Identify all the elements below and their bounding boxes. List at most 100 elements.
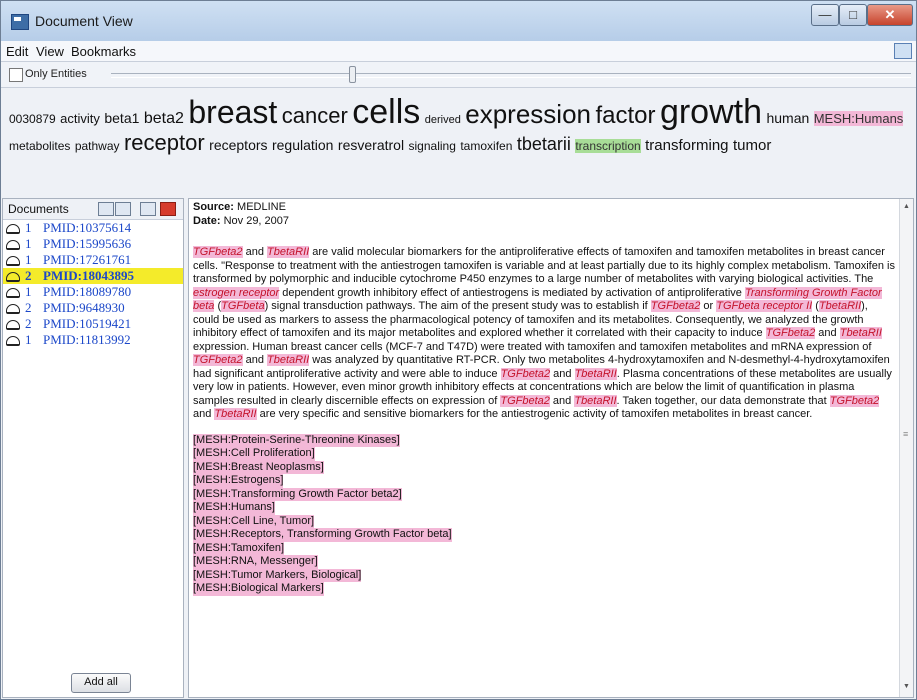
entity-highlight[interactable]: TGFbeta2	[765, 327, 816, 339]
cloud-term[interactable]: breast	[188, 94, 277, 130]
maximize-button[interactable]: □	[839, 4, 867, 26]
scroll-grip-icon[interactable]: ≡	[903, 429, 908, 439]
mesh-term[interactable]: [MESH:Humans]	[193, 501, 275, 515]
entity-highlight[interactable]: TGFbeta receptor II	[716, 300, 813, 312]
cloud-term[interactable]: human	[766, 110, 809, 126]
cloud-term[interactable]: transforming	[645, 137, 728, 154]
document-id: PMID:18089780	[43, 284, 132, 299]
document-row[interactable]: 1 PMID:11813992	[3, 332, 183, 348]
minimize-button[interactable]: —	[811, 4, 839, 26]
cloud-term[interactable]: factor	[595, 102, 655, 129]
mesh-term[interactable]: [MESH:Tumor Markers, Biological]	[193, 568, 362, 582]
cloud-term[interactable]: receptors	[209, 137, 267, 153]
entity-highlight[interactable]: TbetaRII	[574, 394, 617, 407]
cloud-term[interactable]: tumor	[733, 137, 771, 154]
document-row[interactable]: 1 PMID:10375614	[3, 220, 183, 236]
entity-highlight[interactable]: TGFbeta2	[500, 367, 551, 380]
cloud-term[interactable]: signaling	[409, 139, 456, 153]
only-entities-checkbox[interactable]	[9, 68, 23, 82]
mesh-term[interactable]: [MESH:RNA, Messenger]	[193, 555, 318, 569]
entity-highlight[interactable]: TbetaRII	[214, 408, 257, 420]
document-row[interactable]: 2 PMID:9648930	[3, 300, 183, 316]
documents-header: Documents	[3, 199, 183, 220]
eye-icon[interactable]	[115, 202, 131, 216]
mesh-term[interactable]: [MESH:Protein-Serine-Threonine Kinases]	[193, 433, 400, 447]
cloud-term[interactable]: derived	[425, 114, 461, 126]
add-all-button[interactable]: Add all	[71, 673, 131, 693]
entity-highlight[interactable]: TGFbeta2	[650, 300, 701, 312]
cloud-term[interactable]: resveratrol	[338, 137, 404, 153]
cloud-term[interactable]: cells	[352, 93, 420, 131]
menu-bookmarks[interactable]: Bookmarks	[71, 44, 136, 59]
cloud-term[interactable]: beta1	[104, 110, 139, 126]
abstract-text-segment: . Taken together, our data demonstrate t…	[616, 394, 830, 407]
entity-highlight[interactable]: TbetaRII	[818, 300, 862, 312]
document-view-window: Document View — □ ✕ Edit View Bookmarks …	[0, 0, 917, 700]
menu-edit[interactable]: Edit	[6, 44, 28, 59]
document-count: 1	[25, 332, 32, 347]
mesh-term[interactable]: [MESH:Receptors, Transforming Growth Fac…	[193, 528, 452, 542]
cloud-icon	[6, 320, 20, 330]
cloud-term[interactable]: tbetarii	[517, 134, 571, 154]
detail-scrollbar[interactable]: ▲ ≡ ▼	[899, 199, 913, 697]
threshold-slider-track[interactable]	[111, 73, 911, 78]
abstract-text-segment: expression. Human breast cancer cells (M…	[193, 340, 872, 353]
cloud-term[interactable]: pathway	[75, 139, 120, 153]
document-row[interactable]: 1 PMID:18089780	[3, 284, 183, 300]
mesh-term-line: [MESH:Protein-Serine-Threonine Kinases]	[193, 433, 895, 447]
cloud-term[interactable]: metabolites	[9, 139, 70, 153]
menu-bar: Edit View Bookmarks	[1, 41, 916, 62]
toolbar-corner-icon[interactable]	[894, 43, 912, 59]
scroll-down-arrow-icon[interactable]: ▼	[903, 683, 910, 690]
entity-highlight[interactable]: TGFbeta	[221, 300, 265, 312]
remove-icon[interactable]	[160, 202, 176, 216]
mesh-term[interactable]: [MESH:Breast Neoplasms]	[193, 460, 324, 474]
document-id: PMID:18043895	[43, 268, 134, 283]
cloud-term[interactable]: 0030879	[9, 112, 56, 126]
document-count: 1	[25, 284, 32, 299]
cloud-term[interactable]: receptor	[124, 130, 205, 155]
entity-highlight[interactable]: TbetaRII	[267, 246, 310, 258]
document-count: 2	[25, 268, 32, 283]
cloud-term[interactable]: MESH:Humans	[813, 111, 904, 126]
cloud-term[interactable]: beta2	[144, 110, 184, 127]
mesh-term[interactable]: [MESH:Estrogens]	[193, 474, 284, 488]
abstract-text-segment: and	[242, 246, 267, 258]
mesh-term[interactable]: [MESH:Cell Proliferation]	[193, 447, 315, 461]
cloud-term[interactable]: transcription	[575, 138, 641, 153]
document-row[interactable]: 1 PMID:17261761	[3, 252, 183, 268]
entity-highlight[interactable]: TbetaRII	[839, 327, 882, 339]
cloud-term[interactable]: regulation	[272, 137, 334, 153]
mesh-term[interactable]: [MESH:Biological Markers]	[193, 582, 324, 596]
list-icon[interactable]	[140, 202, 156, 216]
threshold-slider-thumb[interactable]	[349, 66, 356, 83]
mesh-term[interactable]: [MESH:Cell Line, Tumor]	[193, 514, 315, 528]
mesh-term[interactable]: [MESH:Tamoxifen]	[193, 541, 285, 555]
mesh-term[interactable]: [MESH:Transforming Growth Factor beta2]	[193, 487, 402, 501]
close-button[interactable]: ✕	[867, 4, 913, 26]
document-count: 2	[25, 300, 32, 315]
entity-highlight[interactable]: TGFbeta2	[829, 394, 880, 407]
cloud-term[interactable]: growth	[660, 93, 762, 131]
abstract-text-segment: (	[812, 300, 819, 312]
menu-view[interactable]: View	[36, 44, 64, 59]
cloud-term[interactable]: cancer	[282, 103, 348, 128]
entity-highlight[interactable]: TGFbeta2	[193, 246, 243, 258]
entity-highlight[interactable]: TGFbeta2	[193, 354, 243, 366]
documents-panel: Documents 1 PMID:10375614 1 PMID:15995636 1 P…	[2, 198, 184, 698]
cloud-term[interactable]: tamoxifen	[460, 139, 512, 153]
entity-highlight[interactable]: TbetaRII	[574, 367, 617, 380]
entity-highlight[interactable]: TbetaRII	[267, 354, 310, 366]
document-row[interactable]: 2 PMID:18043895	[3, 268, 183, 284]
document-row[interactable]: 2 PMID:10519421	[3, 316, 183, 332]
cloud-term[interactable]: activity	[60, 111, 100, 126]
source-label: Source:	[193, 201, 234, 213]
entity-highlight[interactable]: estrogen receptor	[193, 286, 280, 299]
source-value: MEDLINE	[237, 201, 286, 213]
abstract-text-segment: ) signal transduction pathways. The aim …	[264, 300, 651, 312]
scroll-up-arrow-icon[interactable]: ▲	[903, 203, 910, 210]
document-row[interactable]: 1 PMID:15995636	[3, 236, 183, 252]
cloud-term[interactable]: expression	[465, 99, 591, 129]
abc-sort-icon[interactable]	[98, 202, 114, 216]
entity-highlight[interactable]: TGFbeta2	[500, 394, 550, 407]
